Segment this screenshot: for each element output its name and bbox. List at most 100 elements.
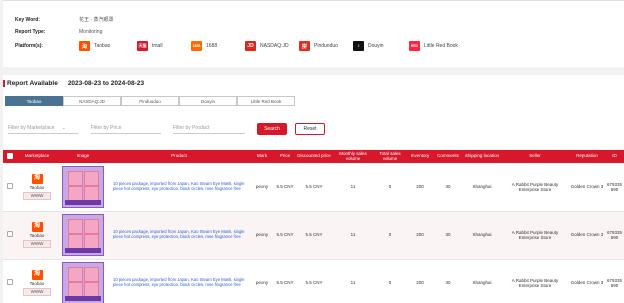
filter-bar: Filter by Marketplace ⌄ Filter by Price … <box>3 121 624 137</box>
taobao-logo-icon: 淘 <box>31 269 43 280</box>
column-header: Seller <box>501 150 569 163</box>
platforms-row: Platform(s): 淘 Taobao 天猫 tmall 1688 1688… <box>15 41 458 51</box>
keyword-value: 花王 · 蒸汽眼罩 <box>79 17 114 23</box>
tab-douyin[interactable]: Douyin <box>179 96 237 106</box>
mark-cell: peony <box>249 211 275 260</box>
column-header: Marketplace <box>17 150 57 163</box>
shipping-location-cell: Shanghai <box>463 211 501 260</box>
report-title: Report Available <box>7 80 58 87</box>
platform-name: Little Red Book <box>424 43 458 49</box>
seller-cell: A Rabbit Purple Beauty Enterprise Store <box>501 163 569 212</box>
column-header: Total sales volume <box>373 150 407 163</box>
marketplace-name: Taobao <box>29 232 45 238</box>
product-image[interactable] <box>62 214 104 256</box>
column-header: Reputation <box>569 150 605 163</box>
chevron-down-icon: ⌄ <box>61 125 66 131</box>
price-filter-input[interactable]: Filter by Price <box>91 124 161 134</box>
row-checkbox[interactable] <box>7 183 13 190</box>
table-header-row: Marketplace Image Product Mark Price Dis… <box>3 150 624 163</box>
shipping-location-cell: Shanghai <box>463 163 501 212</box>
product-image[interactable] <box>62 262 104 303</box>
shipping-location-cell: Shanghai <box>463 259 501 303</box>
column-header: Comments <box>433 150 463 163</box>
select-all-checkbox[interactable] <box>7 152 13 159</box>
comments-cell: 30 <box>433 163 463 212</box>
row-checkbox[interactable] <box>7 279 13 286</box>
report-type-value: Monitoring <box>79 29 103 35</box>
column-header: Inventory <box>407 150 433 163</box>
table-row: 淘 Taobao WWW 10 pieces package, imported… <box>3 163 624 212</box>
row-checkbox[interactable] <box>7 231 13 238</box>
id-cell: 679335 690 <box>605 211 624 260</box>
mark-cell: peony <box>249 163 275 212</box>
platform-pinduoduo: 拼 Pinduoduo <box>299 41 353 51</box>
1688-logo-icon: 1688 <box>191 41 202 51</box>
taobao-logo-icon: 淘 <box>31 221 43 232</box>
platform-name: NASDAQ:JD <box>260 43 289 49</box>
taobao-logo-icon: 淘 <box>79 41 90 51</box>
column-header: Product <box>109 150 249 163</box>
jd-logo-icon: JD <box>245 41 256 51</box>
little-red-book-logo-icon: RED <box>409 41 420 51</box>
tab-pinduoduo[interactable]: Pinduoduo <box>121 96 179 106</box>
price-cell: 5.5 CNY <box>275 259 295 303</box>
column-header: ID <box>605 150 624 163</box>
product-image[interactable] <box>62 165 104 208</box>
search-button[interactable]: Search <box>257 123 287 135</box>
tab-little-red-book[interactable]: Little Red Book <box>237 96 295 106</box>
store-link-button[interactable]: WWW <box>23 240 51 249</box>
table-row: 淘 Taobao WWW 10 pieces package, imported… <box>3 259 624 303</box>
reset-button[interactable]: Reset <box>295 123 325 135</box>
comments-cell: 30 <box>433 259 463 303</box>
column-header: Image <box>57 150 109 163</box>
table-row: 淘 Taobao WWW 10 pieces package, imported… <box>3 211 624 260</box>
comments-cell: 30 <box>433 211 463 260</box>
select-all-header[interactable] <box>3 150 17 163</box>
platform-tmall: 天猫 tmall <box>137 41 191 51</box>
monthly-sales-cell: 11 <box>333 259 373 303</box>
report-heading: Report Available 2023-08-23 to 2024-08-23 <box>3 80 144 87</box>
keyword-label: Key Word: <box>15 16 40 23</box>
monthly-sales-cell: 11 <box>333 211 373 260</box>
inventory-cell: 200 <box>407 163 433 212</box>
store-link-button[interactable]: WWW <box>23 288 51 297</box>
tab-taobao[interactable]: Taobao <box>5 96 63 106</box>
column-header: Mark <box>249 150 275 163</box>
marketplace-filter[interactable]: Filter by Marketplace ⌄ <box>8 124 78 134</box>
marketplace-name: Taobao <box>29 280 45 286</box>
platform-name: tmall <box>152 43 163 49</box>
reputation-cell: Golden Crown 3 <box>569 211 605 260</box>
column-header: Discounted price <box>295 150 333 163</box>
platform-1688: 1688 1688 <box>191 41 245 51</box>
inventory-cell: 200 <box>407 259 433 303</box>
product-title-link[interactable]: 10 pieces package, imported from Japan, … <box>109 163 249 212</box>
price-cell: 5.5 CNY <box>275 211 295 260</box>
total-sales-cell: 0 <box>373 163 407 212</box>
tmall-logo-icon: 天猫 <box>137 41 148 51</box>
marketplace-name: Taobao <box>29 184 45 190</box>
column-header: Monthly sales volume <box>333 150 373 163</box>
platform-name: Taobao <box>94 43 111 49</box>
seller-cell: A Rabbit Purple Beauty Enterprise Store <box>501 211 569 260</box>
store-link-button[interactable]: WWW <box>23 191 51 200</box>
platform-little-red-book: RED Little Red Book <box>409 41 458 51</box>
platform-name: Douyin <box>368 43 384 49</box>
douyin-logo-icon: ♪ <box>353 41 364 51</box>
taobao-logo-icon: 淘 <box>31 173 43 184</box>
platform-name: 1688 <box>206 43 218 49</box>
report-panel: Report Available 2023-08-23 to 2024-08-23… <box>3 75 624 303</box>
report-type-row: Report Type: Monitoring <box>15 29 102 35</box>
discounted-price-cell: 5.5 CNY <box>295 163 333 212</box>
platforms-label: Platform(s): <box>15 43 44 49</box>
product-title-link[interactable]: 10 pieces package, imported from Japan, … <box>109 259 249 303</box>
tab-jd[interactable]: NASDAQ:JD <box>63 96 121 106</box>
product-title-link[interactable]: 10 pieces package, imported from Japan, … <box>109 211 249 260</box>
reputation-cell: Golden Crown 3 <box>569 259 605 303</box>
reputation-cell: Golden Crown 3 <box>569 163 605 212</box>
products-table: Marketplace Image Product Mark Price Dis… <box>3 150 624 303</box>
total-sales-cell: 0 <box>373 211 407 260</box>
product-filter-input[interactable]: Filter by Product <box>173 124 245 134</box>
seller-cell: A Rabbit Purple Beauty Enterprise Store <box>501 259 569 303</box>
price-cell: 5.5 CNY <box>275 163 295 212</box>
monthly-sales-cell: 11 <box>333 163 373 212</box>
